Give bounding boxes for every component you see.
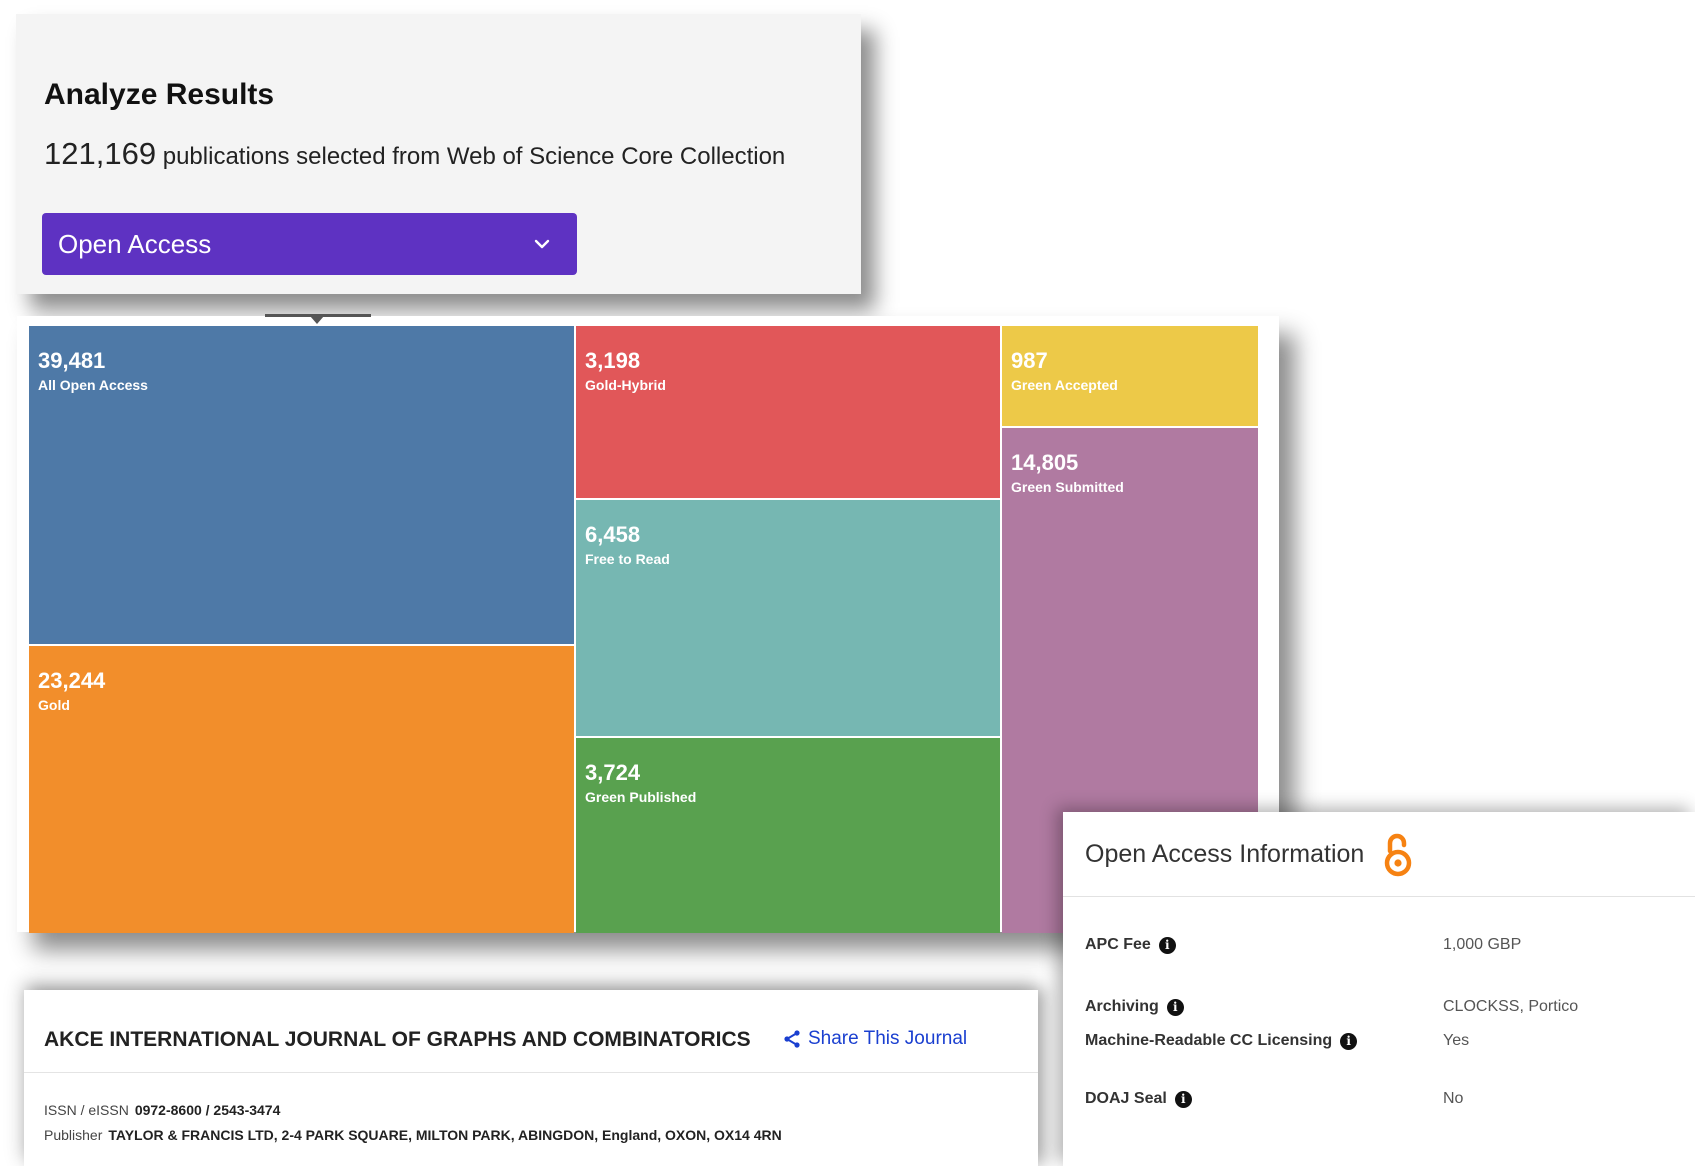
- publisher-label: Publisher: [44, 1127, 103, 1143]
- cc-licensing-value: Yes: [1443, 1032, 1470, 1049]
- apc-fee-value: 1,000 GBP: [1443, 936, 1522, 953]
- oa-info-title: Open Access Information: [1085, 840, 1365, 868]
- tile-value: 987: [1011, 348, 1048, 373]
- issn-label: ISSN / eISSN: [44, 1102, 129, 1118]
- apc-fee-label-text: APC Fee: [1085, 936, 1151, 953]
- tile-label: Gold-Hybrid: [585, 377, 666, 393]
- apc-fee-label: APC Fee i: [1085, 936, 1176, 954]
- treemap-tile-all-open-access[interactable]: 39,481 All Open Access: [29, 326, 574, 644]
- treemap-tile-green-published[interactable]: 3,724 Green Published: [576, 738, 1000, 933]
- info-icon[interactable]: i: [1166, 998, 1184, 1016]
- result-summary-text: publications selected from Web of Scienc…: [162, 143, 786, 170]
- doaj-seal-value: No: [1443, 1090, 1464, 1107]
- cc-licensing-label: Machine-Readable CC Licensing i: [1085, 1032, 1358, 1050]
- chevron-down-icon: [534, 239, 550, 249]
- tile-label: Green Published: [585, 789, 697, 805]
- archiving-value: CLOCKSS, Portico: [1443, 998, 1579, 1015]
- divider: [24, 1072, 1038, 1073]
- tile-value: 6,458: [585, 522, 641, 547]
- issn-value: 0972-8600 / 2543-3474: [134, 1102, 281, 1118]
- doaj-seal-label: DOAJ Seal i: [1085, 1090, 1192, 1108]
- archiving-label: Archiving i: [1085, 998, 1184, 1016]
- info-icon[interactable]: i: [1340, 1032, 1358, 1050]
- treemap-tile-green-accepted[interactable]: 987 Green Accepted: [1002, 326, 1258, 426]
- open-access-lock-icon: [1384, 833, 1412, 877]
- share-journal-label: Share This Journal: [808, 1028, 968, 1049]
- share-journal-link[interactable]: Share This Journal: [782, 1028, 967, 1050]
- tile-label: Green Submitted: [1011, 479, 1124, 495]
- info-icon[interactable]: i: [1174, 1090, 1192, 1108]
- tile-label: Green Accepted: [1011, 377, 1118, 393]
- publication-count: 121,169: [44, 136, 157, 171]
- archiving-label-text: Archiving: [1085, 998, 1159, 1015]
- doaj-seal-label-text: DOAJ Seal: [1085, 1090, 1167, 1107]
- journal-title: AKCE INTERNATIONAL JOURNAL OF GRAPHS AND…: [44, 1028, 751, 1051]
- tile-value: 23,244: [38, 668, 106, 693]
- treemap-tile-free-to-read[interactable]: 6,458 Free to Read: [576, 500, 1000, 736]
- publisher-value: TAYLOR & FRANCIS LTD, 2-4 PARK SQUARE, M…: [108, 1127, 782, 1143]
- result-summary: 121,169 publications selected from Web o…: [44, 136, 785, 172]
- info-icon[interactable]: i: [1158, 936, 1176, 954]
- journal-info-panel: AKCE INTERNATIONAL JOURNAL OF GRAPHS AND…: [24, 990, 1038, 1166]
- tile-value: 3,198: [585, 348, 641, 373]
- tile-label: All Open Access: [38, 377, 148, 393]
- tile-label: Free to Read: [585, 551, 670, 567]
- tile-value: 39,481: [38, 348, 106, 373]
- issn-row: ISSN / eISSN 0972-8600 / 2543-3474: [44, 1102, 280, 1118]
- cc-licensing-label-text: Machine-Readable CC Licensing: [1085, 1032, 1333, 1049]
- dropdown-selected-value: Open Access: [58, 229, 212, 259]
- open-access-info-panel: Open Access Information APC Fee i 1,000 …: [1063, 812, 1695, 1166]
- page-title: Analyze Results: [44, 78, 275, 111]
- tile-value: 14,805: [1011, 450, 1079, 475]
- analysis-field-dropdown[interactable]: Open Access: [42, 213, 577, 275]
- treemap-tile-gold-hybrid[interactable]: 3,198 Gold-Hybrid: [576, 326, 1000, 498]
- treemap-tile-gold[interactable]: 23,244 Gold: [29, 646, 574, 933]
- analyze-results-panel: Analyze Results 121,169 publications sel…: [16, 14, 861, 294]
- tile-value: 3,724: [585, 760, 641, 785]
- share-icon: [784, 1030, 800, 1048]
- publisher-row: Publisher TAYLOR & FRANCIS LTD, 2-4 PARK …: [44, 1127, 782, 1143]
- tile-label: Gold: [38, 697, 70, 713]
- divider: [1063, 896, 1695, 897]
